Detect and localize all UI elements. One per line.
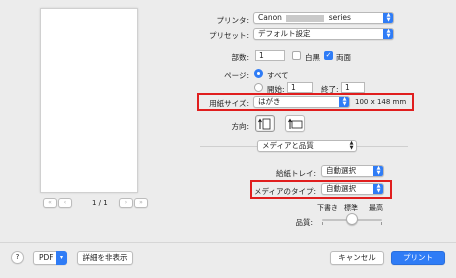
prev-page-button[interactable]: ‹ <box>58 198 72 208</box>
preset-select[interactable]: デフォルト設定 ▲ ▼ <box>253 28 394 40</box>
paper-size-select[interactable]: はがき ▲ ▼ <box>253 96 350 108</box>
pages-from-input[interactable]: 1 <box>287 82 313 93</box>
copies-label: 部数: <box>231 53 249 62</box>
landscape-orientation-icon <box>288 118 303 129</box>
popup-arrows-icon: ▲ ▼ <box>383 29 393 39</box>
pages-all-label: すべて <box>267 71 289 80</box>
pdf-menu-chevron-icon: ▾ <box>56 251 67 265</box>
pages-label: ページ: <box>224 71 249 80</box>
pages-range-radio[interactable] <box>254 83 263 92</box>
preset-value: デフォルト設定 <box>258 29 311 38</box>
pdf-label: PDF <box>39 253 54 262</box>
quality-tick-draft <box>322 222 323 225</box>
paper-tray-select[interactable]: 自動選択 ▲ ▼ <box>321 165 384 177</box>
printer-select[interactable]: Canon series ▲ ▼ <box>253 12 394 24</box>
paper-dimensions: 100 x 148 mm <box>355 98 407 106</box>
section-select[interactable]: メディアと品質 ▲ ▼ <box>257 140 357 152</box>
first-page-button[interactable]: « <box>43 198 57 208</box>
paper-tray-label: 給紙トレイ: <box>275 169 316 178</box>
printer-name-suffix: series <box>328 13 351 22</box>
pages-to-input[interactable]: 1 <box>341 82 365 93</box>
pdf-button[interactable]: PDF ▾ <box>33 251 67 265</box>
quality-draft-label: 下書き <box>317 204 338 212</box>
pages-all-radio[interactable] <box>254 69 263 78</box>
popup-arrows-icon: ▲ ▼ <box>339 97 349 107</box>
landscape-button[interactable] <box>285 115 305 132</box>
popup-arrows-icon: ▲ ▼ <box>373 166 383 176</box>
media-type-label: メディアのタイプ: <box>253 187 316 196</box>
portrait-button[interactable] <box>255 115 275 132</box>
quality-slider-knob[interactable] <box>346 213 358 225</box>
bw-checkbox[interactable] <box>292 51 301 60</box>
popup-arrows-icon: ▲ ▼ <box>383 13 393 23</box>
cancel-button[interactable]: キャンセル <box>330 251 384 265</box>
quality-tick-high <box>381 222 382 225</box>
hide-details-button[interactable]: 詳細を非表示 <box>77 251 133 265</box>
preset-label: プリセット: <box>208 31 249 40</box>
next-page-button[interactable]: › <box>119 198 133 208</box>
duplex-label: 両面 <box>336 53 351 62</box>
duplex-checkbox[interactable]: ✓ <box>324 51 333 60</box>
footer-divider <box>0 242 456 243</box>
copies-input[interactable]: 1 <box>255 50 285 61</box>
help-button[interactable]: ? <box>11 251 24 264</box>
quality-high-label: 最高 <box>369 204 383 212</box>
media-type-select[interactable]: 自動選択 ▲ ▼ <box>321 183 384 195</box>
paper-size-value: はがき <box>258 97 281 106</box>
quality-standard-label: 標準 <box>344 204 358 212</box>
popup-arrows-icon: ▲ ▼ <box>373 184 383 194</box>
paper-size-label: 用紙サイズ: <box>209 99 249 108</box>
last-page-button[interactable]: » <box>134 198 148 208</box>
page-preview <box>40 8 138 193</box>
printer-label: プリンタ: <box>216 16 249 25</box>
printer-model-redacted <box>286 14 325 22</box>
section-value: メディアと品質 <box>262 141 314 150</box>
print-button[interactable]: プリント <box>391 251 445 265</box>
paper-tray-value: 自動選択 <box>326 166 356 175</box>
printer-name-prefix: Canon <box>258 13 282 22</box>
bw-label: 白黒 <box>305 53 320 62</box>
quality-label: 品質: <box>295 218 313 227</box>
portrait-orientation-icon <box>258 118 271 130</box>
page-indicator: 1 / 1 <box>92 199 108 207</box>
media-type-value: 自動選択 <box>326 184 356 193</box>
orientation-label: 方向: <box>231 122 249 131</box>
popup-arrows-icon: ▲ ▼ <box>349 140 354 151</box>
